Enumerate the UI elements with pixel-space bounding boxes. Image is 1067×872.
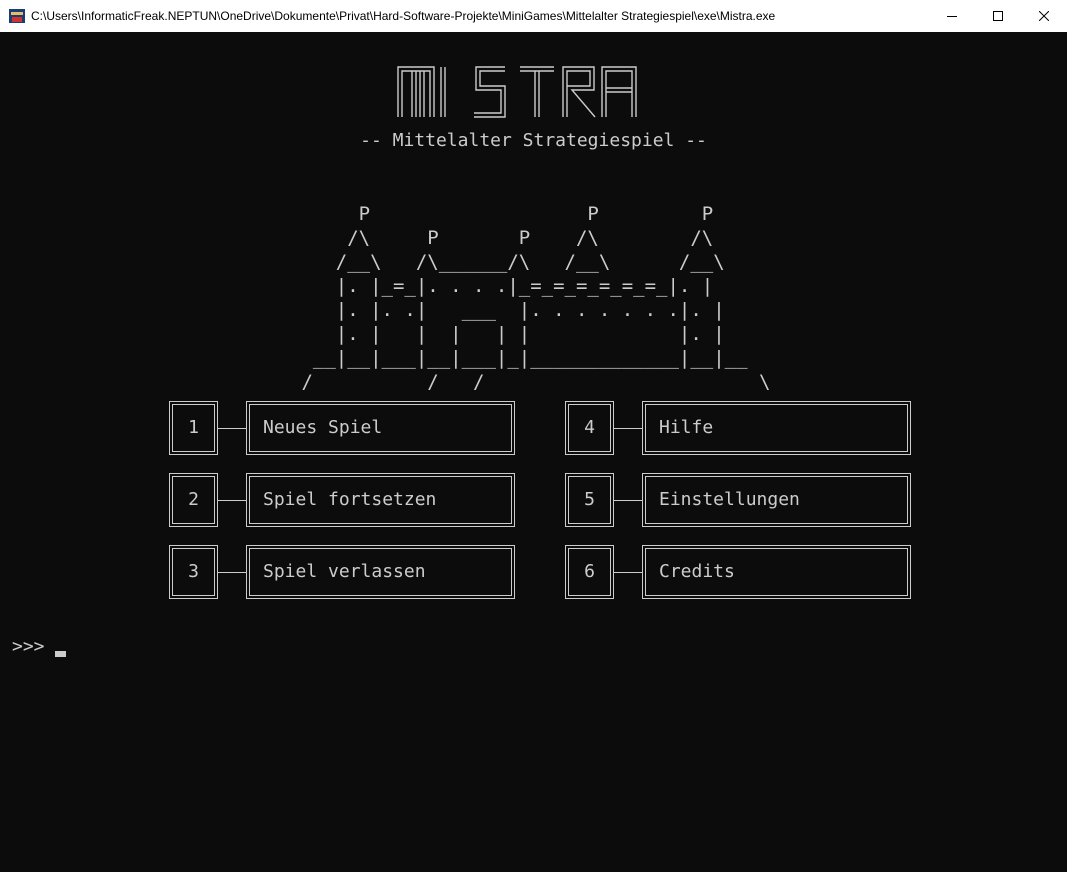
maximize-button[interactable]: [975, 0, 1021, 32]
castle-line: / / / \: [290, 371, 771, 393]
menu-connector: [218, 428, 247, 429]
mistra-logo: [397, 66, 637, 118]
menu-connector: [614, 572, 643, 573]
castle-line: /__\ /\______/\ /__\ /__\: [290, 251, 725, 273]
castle-line: /\ P P /\ /\: [290, 227, 714, 249]
menu-item-spiel-verlassen[interactable]: Spiel verlassen: [246, 545, 515, 599]
menu-item-label: Einstellungen: [659, 489, 800, 510]
logo-letter-t: [520, 66, 554, 117]
menu-item-label: Spiel fortsetzen: [263, 489, 437, 510]
console-app-icon[interactable]: [9, 9, 25, 23]
castle-line: __|__|___|__|___|_|_____________|__|__: [290, 347, 748, 369]
menu-item-credits[interactable]: Credits: [642, 545, 911, 599]
menu-number-label: 5: [584, 489, 595, 510]
text-cursor: [55, 651, 66, 657]
castle-line: |. | | | | | |. |: [290, 323, 725, 345]
menu-number-1[interactable]: 1: [169, 401, 218, 455]
window-title: C:\Users\InformaticFreak.NEPTUN\OneDrive…: [31, 9, 776, 23]
menu-number-4[interactable]: 4: [565, 401, 614, 455]
close-icon: [1039, 11, 1049, 21]
logo-letter-r: [562, 66, 596, 118]
menu-item-spiel-fortsetzen[interactable]: Spiel fortsetzen: [246, 473, 515, 527]
menu-number-label: 4: [584, 417, 595, 438]
menu-number-label: 2: [188, 489, 199, 510]
logo-letter-m: [397, 66, 435, 117]
minimize-button[interactable]: [929, 0, 975, 32]
game-subtitle: -- Mittelalter Strategiespiel --: [360, 130, 707, 151]
minimize-icon: [947, 16, 957, 17]
castle-line: |. |_=_|. . . .|_=_=_=_=_=_=_|. |: [290, 275, 714, 297]
console-area[interactable]: -- Mittelalter Strategiespiel -- P P P /…: [0, 32, 1067, 872]
menu-item-neues-spiel[interactable]: Neues Spiel: [246, 401, 515, 455]
logo-letter-a: [601, 66, 637, 117]
menu-connector: [218, 572, 247, 573]
menu-item-label: Spiel verlassen: [263, 561, 426, 582]
menu-item-label: Credits: [659, 561, 735, 582]
menu-number-5[interactable]: 5: [565, 473, 614, 527]
menu-item-label: Neues Spiel: [263, 417, 383, 438]
menu-connector: [614, 500, 643, 501]
close-button[interactable]: [1021, 0, 1067, 32]
menu-number-label: 1: [188, 417, 199, 438]
menu-number-label: 6: [584, 561, 595, 582]
menu-connector: [218, 500, 247, 501]
menu-item-hilfe[interactable]: Hilfe: [642, 401, 911, 455]
menu-number-2[interactable]: 2: [169, 473, 218, 527]
logo-letter-s: [474, 66, 506, 118]
castle-line: |. |. .| ___ |. . . . . . .|. |: [290, 299, 725, 321]
menu-number-label: 3: [188, 561, 199, 582]
title-bar[interactable]: C:\Users\InformaticFreak.NEPTUN\OneDrive…: [0, 0, 1067, 32]
menu-number-6[interactable]: 6: [565, 545, 614, 599]
castle-ascii-art: P P P /\ P P /\ /\ /__\ /\______/\ /__\ …: [290, 178, 770, 394]
castle-line: P P P: [290, 203, 714, 225]
menu-number-3[interactable]: 3: [169, 545, 218, 599]
command-prompt[interactable]: >>>: [12, 636, 55, 657]
menu-item-einstellungen[interactable]: Einstellungen: [642, 473, 911, 527]
maximize-icon: [993, 11, 1003, 21]
logo-letter-i: [440, 67, 446, 117]
menu-connector: [614, 428, 643, 429]
menu-item-label: Hilfe: [659, 417, 714, 438]
